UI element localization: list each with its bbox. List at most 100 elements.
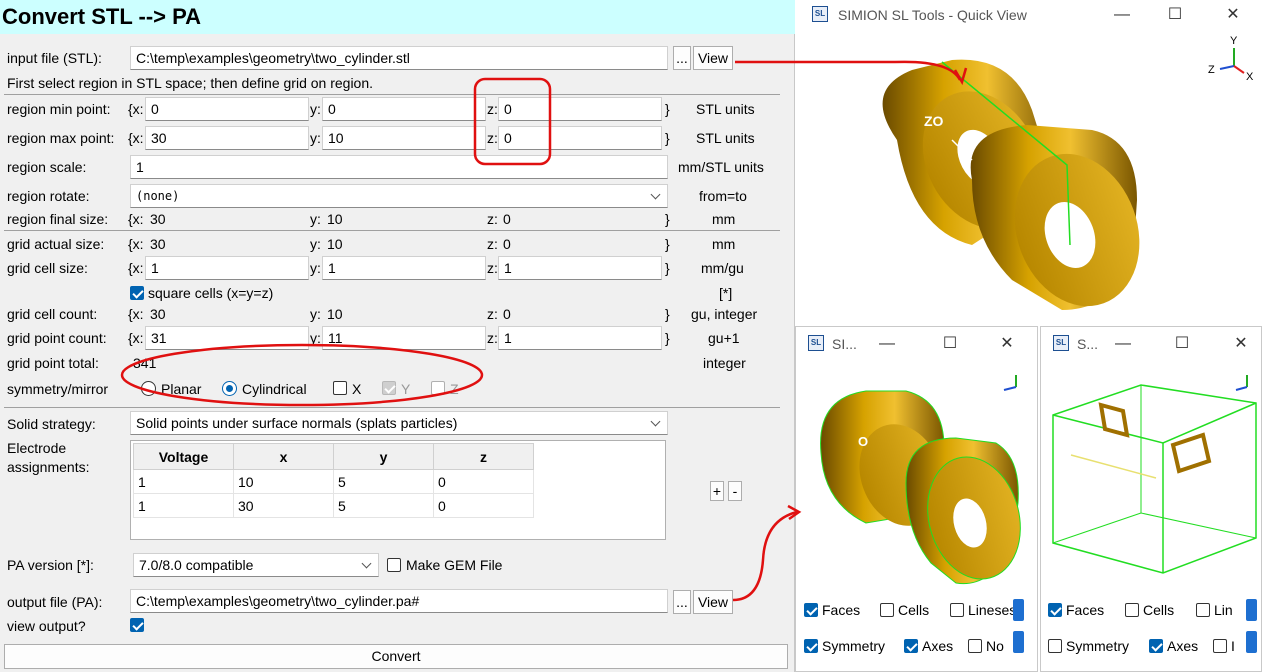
app-icon: SL <box>812 6 828 22</box>
region-max-y-field[interactable]: 10 <box>322 126 486 150</box>
final-x-value: 30 <box>150 211 166 227</box>
solid-strategy-select[interactable]: Solid points under surface normals (spla… <box>130 411 668 435</box>
maximize-icon[interactable]: ☐ <box>1167 329 1197 359</box>
mirror-x-checkbox[interactable] <box>333 381 347 395</box>
cylindrical-radio[interactable] <box>222 381 237 396</box>
cell-voltage[interactable]: 1 <box>133 493 234 518</box>
pa-version-select[interactable]: 7.0/8.0 compatible <box>133 553 379 577</box>
cell-z[interactable]: 0 <box>433 469 534 494</box>
close-icon[interactable]: ✕ <box>1226 329 1256 359</box>
minimize-icon[interactable]: — <box>872 329 902 359</box>
window-3-titlebar[interactable]: SL S... — ☐ ✕ <box>1041 327 1261 357</box>
lines-label: Lineses <box>968 602 1017 618</box>
brace-close: } <box>665 260 670 276</box>
cell-x-field[interactable]: 1 <box>145 256 309 280</box>
window-2-titlebar[interactable]: SL SI... — ☐ ✕ <box>796 327 1037 357</box>
minimize-icon[interactable]: — <box>1108 329 1138 359</box>
maximize-icon[interactable]: ☐ <box>1160 0 1190 30</box>
col-y[interactable]: y <box>333 443 434 470</box>
point-count-z-field[interactable]: 1 <box>498 326 662 350</box>
grid-point-count-label: grid point count: <box>7 330 107 346</box>
input-file-label: input file (STL): <box>7 50 102 66</box>
y-prefix: y: <box>310 330 321 346</box>
final-z-value: 0 <box>503 211 511 227</box>
mirror-z-checkbox[interactable] <box>431 381 445 395</box>
quick-view-titlebar[interactable]: SL SIMION SL Tools - Quick View — ☐ ✕ <box>802 0 1262 30</box>
region-scale-field[interactable]: 1 <box>130 155 668 179</box>
slider-handle[interactable] <box>1013 599 1024 621</box>
view-output-button[interactable]: View <box>693 590 733 614</box>
square-cells-label: square cells (x=y=z) <box>148 285 274 301</box>
slider-handle[interactable] <box>1013 631 1024 653</box>
brace-close: } <box>665 101 670 117</box>
cell-y[interactable]: 5 <box>333 469 434 494</box>
slider-handle[interactable] <box>1246 599 1257 621</box>
region-min-x-field[interactable]: 0 <box>145 97 309 121</box>
region-max-z-field[interactable]: 0 <box>498 126 662 150</box>
make-gem-checkbox[interactable] <box>387 558 401 572</box>
brace-open: {x: <box>128 101 144 117</box>
extra-checkbox[interactable] <box>1213 639 1227 653</box>
remove-row-button[interactable]: - <box>728 481 742 501</box>
col-z[interactable]: z <box>433 443 534 470</box>
electrode-table[interactable]: Voltage x y z 1 10 5 0 1 30 5 0 <box>133 443 534 518</box>
region-min-z-field[interactable]: 0 <box>498 97 662 121</box>
symmetry-checkbox[interactable] <box>804 639 818 653</box>
faces-checkbox[interactable] <box>1048 603 1062 617</box>
cells-checkbox[interactable] <box>1125 603 1139 617</box>
point-total-unit: integer <box>703 355 746 371</box>
close-icon[interactable]: ✕ <box>992 329 1022 359</box>
view-window-3: SL S... — ☐ ✕ Faces Cells Lin Symmetry A… <box>1040 326 1262 672</box>
quick-view-canvas[interactable]: ZO Y Z X <box>802 30 1262 330</box>
convert-button[interactable]: Convert <box>4 644 788 669</box>
region-max-x-field[interactable]: 30 <box>145 126 309 150</box>
slider-handle[interactable] <box>1246 631 1257 653</box>
add-row-button[interactable]: + <box>710 481 724 501</box>
lines-checkbox[interactable] <box>950 603 964 617</box>
divider <box>4 230 780 231</box>
maximize-icon[interactable]: ☐ <box>935 329 965 359</box>
col-voltage[interactable]: Voltage <box>133 443 234 470</box>
cells-checkbox[interactable] <box>880 603 894 617</box>
point-count-x-field[interactable]: 31 <box>145 326 309 350</box>
table-row[interactable]: 1 10 5 0 <box>133 469 534 494</box>
cell-y[interactable]: 5 <box>333 493 434 518</box>
table-row[interactable]: 1 30 5 0 <box>133 493 534 518</box>
cell-z-field[interactable]: 1 <box>498 256 662 280</box>
mirror-y-checkbox[interactable] <box>382 381 396 395</box>
wire-edge <box>1052 402 1257 444</box>
axis-z-label: Z <box>1208 64 1215 76</box>
window-3-canvas[interactable] <box>1041 363 1262 598</box>
cell-z[interactable]: 0 <box>433 493 534 518</box>
browse-output-button[interactable]: ... <box>673 590 691 614</box>
window-2-canvas[interactable]: O <box>796 363 1039 598</box>
axes-checkbox[interactable] <box>904 639 918 653</box>
region-rotate-select[interactable]: (none) <box>130 184 668 208</box>
count-x-value: 30 <box>150 306 166 322</box>
square-cells-checkbox[interactable] <box>130 286 144 300</box>
axis-x-label: X <box>1246 71 1254 83</box>
point-count-y-field[interactable]: 11 <box>322 326 486 350</box>
planar-radio[interactable] <box>141 381 156 396</box>
cell-x[interactable]: 10 <box>233 469 334 494</box>
region-min-y-field[interactable]: 0 <box>322 97 486 121</box>
planar-label: Planar <box>161 381 202 397</box>
symmetry-checkbox[interactable] <box>1048 639 1062 653</box>
cell-y-field[interactable]: 1 <box>322 256 486 280</box>
close-icon[interactable]: ✕ <box>1218 0 1248 30</box>
z-prefix: z: <box>487 330 498 346</box>
cell-x[interactable]: 30 <box>233 493 334 518</box>
lines-checkbox[interactable] <box>1196 603 1210 617</box>
extra-checkbox[interactable] <box>968 639 982 653</box>
faces-checkbox[interactable] <box>804 603 818 617</box>
minimize-icon[interactable]: — <box>1107 0 1137 30</box>
col-x[interactable]: x <box>233 443 334 470</box>
grid-actual-size-label: grid actual size: <box>7 236 105 252</box>
view-input-button[interactable]: View <box>693 46 733 70</box>
cell-voltage[interactable]: 1 <box>133 469 234 494</box>
axes-checkbox[interactable] <box>1149 639 1163 653</box>
output-file-field[interactable]: C:\temp\examples\geometry\two_cylinder.p… <box>130 589 668 613</box>
input-file-field[interactable]: C:\temp\examples\geometry\two_cylinder.s… <box>130 46 668 70</box>
browse-input-button[interactable]: ... <box>673 46 691 70</box>
view-output-checkbox[interactable] <box>130 618 144 632</box>
